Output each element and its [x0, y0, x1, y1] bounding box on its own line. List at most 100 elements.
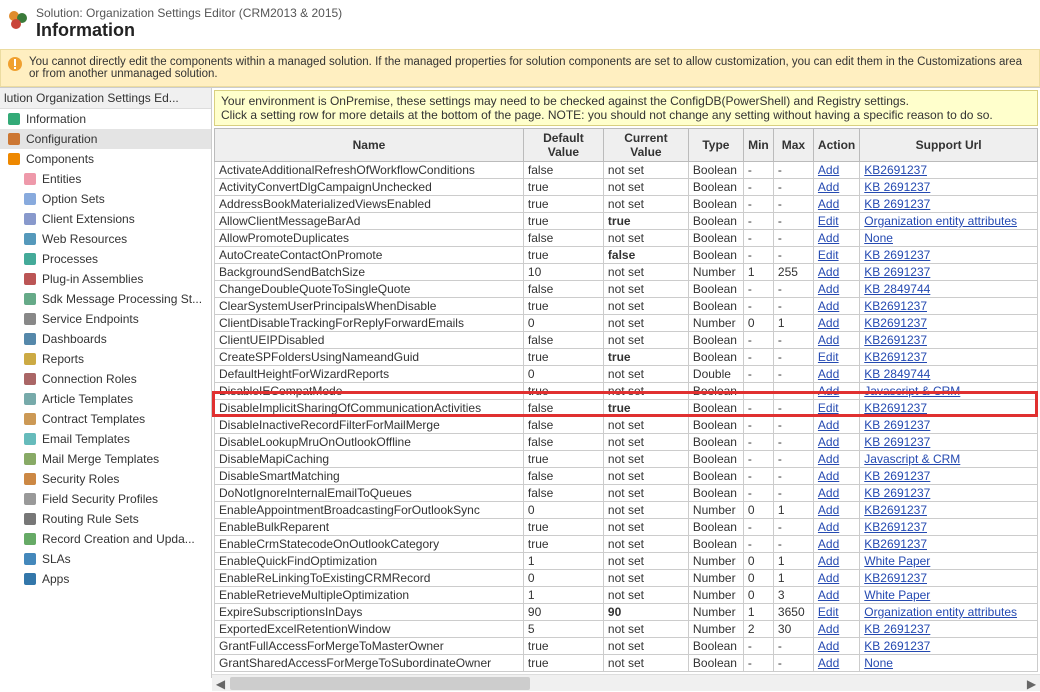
cell-url[interactable]: KB 2691237 — [860, 621, 1038, 638]
action-link[interactable]: Add — [818, 435, 839, 449]
sidebar-item-record-creation-and-upda-[interactable]: Record Creation and Upda... — [0, 529, 211, 549]
table-row[interactable]: DisableImplicitSharingOfCommunicationAct… — [215, 400, 1038, 417]
col-type[interactable]: Type — [688, 129, 743, 162]
cell-url[interactable]: Organization entity attributes — [860, 213, 1038, 230]
table-row[interactable]: DoNotIgnoreInternalEmailToQueuesfalsenot… — [215, 485, 1038, 502]
action-link[interactable]: Add — [818, 469, 839, 483]
action-link[interactable]: Add — [818, 163, 839, 177]
table-row[interactable]: ActivateAdditionalRefreshOfWorkflowCondi… — [215, 162, 1038, 179]
cell-url[interactable]: KB2691237 — [860, 536, 1038, 553]
cell-action[interactable]: Add — [813, 451, 859, 468]
action-link[interactable]: Add — [818, 486, 839, 500]
support-url-link[interactable]: KB2691237 — [864, 571, 927, 585]
action-link[interactable]: Add — [818, 367, 839, 381]
table-row[interactable]: EnableBulkReparenttruenot setBoolean--Ad… — [215, 519, 1038, 536]
sidebar-item-client-extensions[interactable]: Client Extensions — [0, 209, 211, 229]
cell-action[interactable]: Add — [813, 468, 859, 485]
sidebar-item-entities[interactable]: Entities — [0, 169, 211, 189]
table-row[interactable]: ActivityConvertDlgCampaignUncheckedtruen… — [215, 179, 1038, 196]
cell-action[interactable]: Add — [813, 281, 859, 298]
support-url-link[interactable]: White Paper — [864, 554, 930, 568]
scroll-left-arrow[interactable]: ◀ — [212, 675, 229, 692]
action-link[interactable]: Add — [818, 571, 839, 585]
action-link[interactable]: Add — [818, 418, 839, 432]
action-link[interactable]: Edit — [818, 605, 839, 619]
support-url-link[interactable]: KB 2849744 — [864, 367, 930, 381]
cell-action[interactable]: Add — [813, 519, 859, 536]
col-max[interactable]: Max — [773, 129, 813, 162]
cell-url[interactable]: KB 2691237 — [860, 264, 1038, 281]
table-row[interactable]: CreateSPFoldersUsingNameandGuidtruetrueB… — [215, 349, 1038, 366]
support-url-link[interactable]: KB 2691237 — [864, 469, 930, 483]
table-row[interactable]: AllowClientMessageBarAdtruetrueBoolean--… — [215, 213, 1038, 230]
table-row[interactable]: ClientDisableTrackingForReplyForwardEmai… — [215, 315, 1038, 332]
support-url-link[interactable]: KB 2691237 — [864, 622, 930, 636]
cell-url[interactable]: KB 2691237 — [860, 179, 1038, 196]
sidebar-item-sdk-message-processing-st-[interactable]: Sdk Message Processing St... — [0, 289, 211, 309]
table-row[interactable]: ExpireSubscriptionsInDays9090Number13650… — [215, 604, 1038, 621]
action-link[interactable]: Add — [818, 554, 839, 568]
table-row[interactable]: EnableRetrieveMultipleOptimization1not s… — [215, 587, 1038, 604]
cell-action[interactable]: Add — [813, 417, 859, 434]
action-link[interactable]: Add — [818, 520, 839, 534]
table-row[interactable]: DisableMapiCachingtruenot setBoolean--Ad… — [215, 451, 1038, 468]
support-url-link[interactable]: White Paper — [864, 588, 930, 602]
support-url-link[interactable]: KB2691237 — [864, 401, 927, 415]
support-url-link[interactable]: KB 2849744 — [864, 282, 930, 296]
table-row[interactable]: DisableIECompatModetruenot setBoolean--A… — [215, 383, 1038, 400]
support-url-link[interactable]: KB 2691237 — [864, 486, 930, 500]
cell-url[interactable]: None — [860, 655, 1038, 672]
sidebar-item-option-sets[interactable]: Option Sets — [0, 189, 211, 209]
sidebar-item-slas[interactable]: SLAs — [0, 549, 211, 569]
scroll-right-arrow[interactable]: ▶ — [1023, 675, 1040, 692]
cell-action[interactable]: Add — [813, 587, 859, 604]
action-link[interactable]: Add — [818, 197, 839, 211]
action-link[interactable]: Edit — [818, 401, 839, 415]
cell-url[interactable]: KB2691237 — [860, 315, 1038, 332]
cell-action[interactable]: Add — [813, 434, 859, 451]
sidebar-item-web-resources[interactable]: Web Resources — [0, 229, 211, 249]
support-url-link[interactable]: KB 2691237 — [864, 180, 930, 194]
cell-url[interactable]: Javascript & CRM — [860, 451, 1038, 468]
cell-url[interactable]: KB 2849744 — [860, 281, 1038, 298]
table-row[interactable]: EnableReLinkingToExistingCRMRecord0not s… — [215, 570, 1038, 587]
table-row[interactable]: EnableCrmStatecodeOnOutlookCategorytruen… — [215, 536, 1038, 553]
cell-action[interactable]: Add — [813, 315, 859, 332]
cell-action[interactable]: Add — [813, 536, 859, 553]
cell-action[interactable]: Add — [813, 332, 859, 349]
action-link[interactable]: Add — [818, 231, 839, 245]
support-url-link[interactable]: KB 2691237 — [864, 418, 930, 432]
action-link[interactable]: Add — [818, 316, 839, 330]
cell-action[interactable]: Add — [813, 485, 859, 502]
sidebar-item-contract-templates[interactable]: Contract Templates — [0, 409, 211, 429]
action-link[interactable]: Add — [818, 384, 839, 398]
cell-action[interactable]: Add — [813, 162, 859, 179]
cell-url[interactable]: White Paper — [860, 587, 1038, 604]
support-url-link[interactable]: KB2691237 — [864, 537, 927, 551]
cell-action[interactable]: Edit — [813, 349, 859, 366]
sidebar-item-plug-in-assemblies[interactable]: Plug-in Assemblies — [0, 269, 211, 289]
action-link[interactable]: Add — [818, 503, 839, 517]
cell-action[interactable]: Add — [813, 366, 859, 383]
cell-action[interactable]: Add — [813, 502, 859, 519]
col-min[interactable]: Min — [743, 129, 773, 162]
cell-url[interactable]: KB2691237 — [860, 298, 1038, 315]
support-url-link[interactable]: KB2691237 — [864, 520, 927, 534]
support-url-link[interactable]: KB2691237 — [864, 316, 927, 330]
cell-action[interactable]: Add — [813, 621, 859, 638]
support-url-link[interactable]: KB 2691237 — [864, 639, 930, 653]
table-row[interactable]: ExportedExcelRetentionWindow5not setNumb… — [215, 621, 1038, 638]
cell-action[interactable]: Add — [813, 570, 859, 587]
action-link[interactable]: Add — [818, 537, 839, 551]
support-url-link[interactable]: Organization entity attributes — [864, 605, 1017, 619]
action-link[interactable]: Add — [818, 333, 839, 347]
support-url-link[interactable]: KB2691237 — [864, 333, 927, 347]
sidebar-item-field-security-profiles[interactable]: Field Security Profiles — [0, 489, 211, 509]
table-row[interactable]: GrantSharedAccessForMergeToSubordinateOw… — [215, 655, 1038, 672]
sidebar-item-processes[interactable]: Processes — [0, 249, 211, 269]
action-link[interactable]: Add — [818, 265, 839, 279]
horizontal-scrollbar[interactable]: ◀ ▶ — [212, 674, 1040, 691]
sidebar-item-configuration[interactable]: Configuration — [0, 129, 211, 149]
cell-url[interactable]: KB 2691237 — [860, 417, 1038, 434]
action-link[interactable]: Add — [818, 622, 839, 636]
